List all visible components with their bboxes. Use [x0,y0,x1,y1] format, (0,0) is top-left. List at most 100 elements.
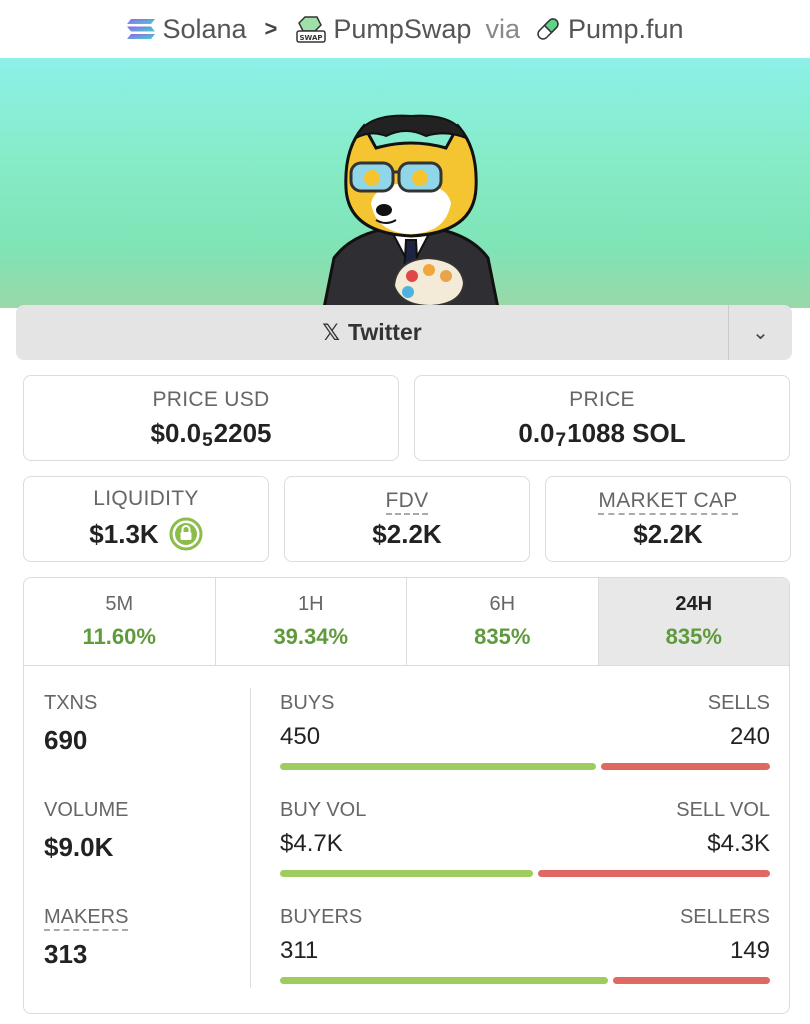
liquidity-value-row: $1.3K [89,517,203,551]
price-usd-zeros: 5 [202,430,213,451]
tab-6h[interactable]: 6H 835% [407,578,599,665]
txns-label: TXNS [44,692,98,714]
price-native-label: PRICE [569,387,635,411]
liquidity-label: LIQUIDITY [93,487,199,510]
volume-breakdown-values: $4.7K $4.3K [280,822,770,858]
sell-vol-value: $4.3K [707,830,770,857]
social-bar: 𝕏 Twitter ⌄ [16,305,792,360]
market-cap-card: MARKET CAP $2.2K [545,476,791,562]
buyers-label: BUYERS [280,906,363,928]
breadcrumb-launchpad[interactable]: Pump.fun [534,14,684,45]
txns-buy-bar [280,763,597,770]
breadcrumb-dex-label: PumpSwap [333,13,472,44]
price-native-value: 0.0 7 1088 SOL [518,417,686,452]
buys-value: 450 [280,723,321,750]
tab-24h[interactable]: 24H 835% [598,578,789,665]
solana-icon [127,19,156,39]
fdv-label-wrap: FDV [385,488,429,515]
fdv-value: $2.2K [372,518,442,549]
market-cap-label-wrap: MARKET CAP [598,488,738,515]
txns-block: TXNS 690 [44,692,97,756]
volume-breakdown-labels: BUY VOL SELL VOL [280,799,770,822]
volume-breakdown: BUY VOL SELL VOL $4.7K $4.3K [280,799,770,877]
price-usd-card: PRICE USD $0.0 5 2205 [23,375,399,461]
sells-value: 240 [729,723,770,750]
tab-6h-change: 835% [474,624,531,649]
sells-label: SELLS [707,692,770,714]
tab-24h-label: 24H [675,593,713,615]
tab-24h-change: 835% [665,624,722,649]
volume-ratio-bar [280,870,770,877]
breadcrumb-chain-label: Solana [162,13,247,44]
fdv-card: FDV $2.2K [284,476,530,562]
tab-6h-label: 6H [489,593,516,615]
breadcrumb-dex[interactable]: SWAP PumpSwap [295,13,471,45]
sellers-value: 149 [729,937,770,964]
metrics-divider [250,688,251,988]
doge-mascot-image [322,114,500,308]
txns-breakdown-labels: BUYS SELLS [280,692,770,715]
price-usd-prefix: $0.0 [150,417,202,448]
breadcrumb-chain[interactable]: Solana [126,13,247,45]
tab-5m[interactable]: 5M 11.60% [24,578,216,665]
txns-sell-bar [601,763,770,770]
tab-1h-change: 39.34% [273,624,349,649]
metrics-area: TXNS 690 BUYS SELLS 450 240 VOLUME $9.0K [24,666,789,1013]
txns-breakdown-values: 450 240 [280,715,770,751]
txns-value: 690 [44,725,88,755]
makers-block: MAKERS 313 [44,906,129,970]
chevron-down-icon[interactable]: ⌄ [728,305,792,360]
makers-buy-bar [280,977,608,984]
volume-value: $9.0K [44,832,114,862]
makers-label-wrap: MAKERS [44,906,129,931]
breadcrumb-launchpad-label: Pump.fun [567,13,684,44]
breadcrumb-via: via [485,13,520,44]
tab-1h-label: 1H [297,593,324,615]
price-usd-value: $0.0 5 2205 [150,417,272,452]
twitter-link-button[interactable]: 𝕏 Twitter [16,305,728,360]
sell-vol-label: SELL VOL [676,799,770,821]
twitter-label: Twitter [348,319,422,345]
makers-breakdown-labels: BUYERS SELLERS [280,906,770,929]
makers-label[interactable]: MAKERS [44,906,129,931]
volume-label: VOLUME [44,799,129,821]
tab-1h[interactable]: 1H 39.34% [216,578,407,665]
buy-vol-value: $4.7K [280,830,343,857]
price-native-zeros: 7 [555,430,567,451]
tab-5m-change: 11.60% [82,624,156,649]
liquidity-card: LIQUIDITY $1.3K [23,476,269,562]
price-usd-label: PRICE USD [152,387,270,411]
buy-vol-label: BUY VOL [280,799,367,821]
volume-buy-bar [280,870,534,877]
token-banner [0,58,810,308]
makers-breakdown: BUYERS SELLERS 311 149 [280,906,770,984]
breadcrumb: Solana > SWAP PumpSwap via Pump.fun [0,0,810,58]
makers-sell-bar [612,977,770,984]
txns-breakdown: BUYS SELLS 450 240 [280,692,770,770]
lock-icon[interactable] [169,517,203,551]
buyers-value: 311 [280,937,319,964]
buys-label: BUYS [280,692,335,714]
liquidity-value: $1.3K [89,518,159,549]
market-cap-label[interactable]: MARKET CAP [598,488,738,515]
volume-block: VOLUME $9.0K [44,799,128,863]
pumpswap-icon: SWAP [296,16,327,43]
makers-ratio-bar [280,977,770,984]
price-native-prefix: 0.0 [518,417,555,448]
chevron-right-icon: > [264,16,278,41]
sellers-label: SELLERS [679,906,770,928]
fdv-label[interactable]: FDV [385,488,429,515]
makers-breakdown-values: 311 149 [280,929,770,965]
price-native-digits: 1088 SOL [567,417,686,448]
tab-5m-label: 5M [105,593,134,615]
timeframe-tabs: 5M 11.60% 1H 39.34% 6H 835% 24H 835% [24,578,789,666]
makers-value: 313 [44,939,88,969]
price-native-card: PRICE 0.0 7 1088 SOL [414,375,790,461]
x-icon: 𝕏 [322,319,341,345]
market-cap-value: $2.2K [633,518,703,549]
txns-ratio-bar [280,763,770,770]
price-usd-digits: 2205 [213,417,272,448]
stats-panel: 5M 11.60% 1H 39.34% 6H 835% 24H 835% TXN… [23,577,790,1014]
pill-icon [537,18,559,40]
volume-sell-bar [538,870,770,877]
